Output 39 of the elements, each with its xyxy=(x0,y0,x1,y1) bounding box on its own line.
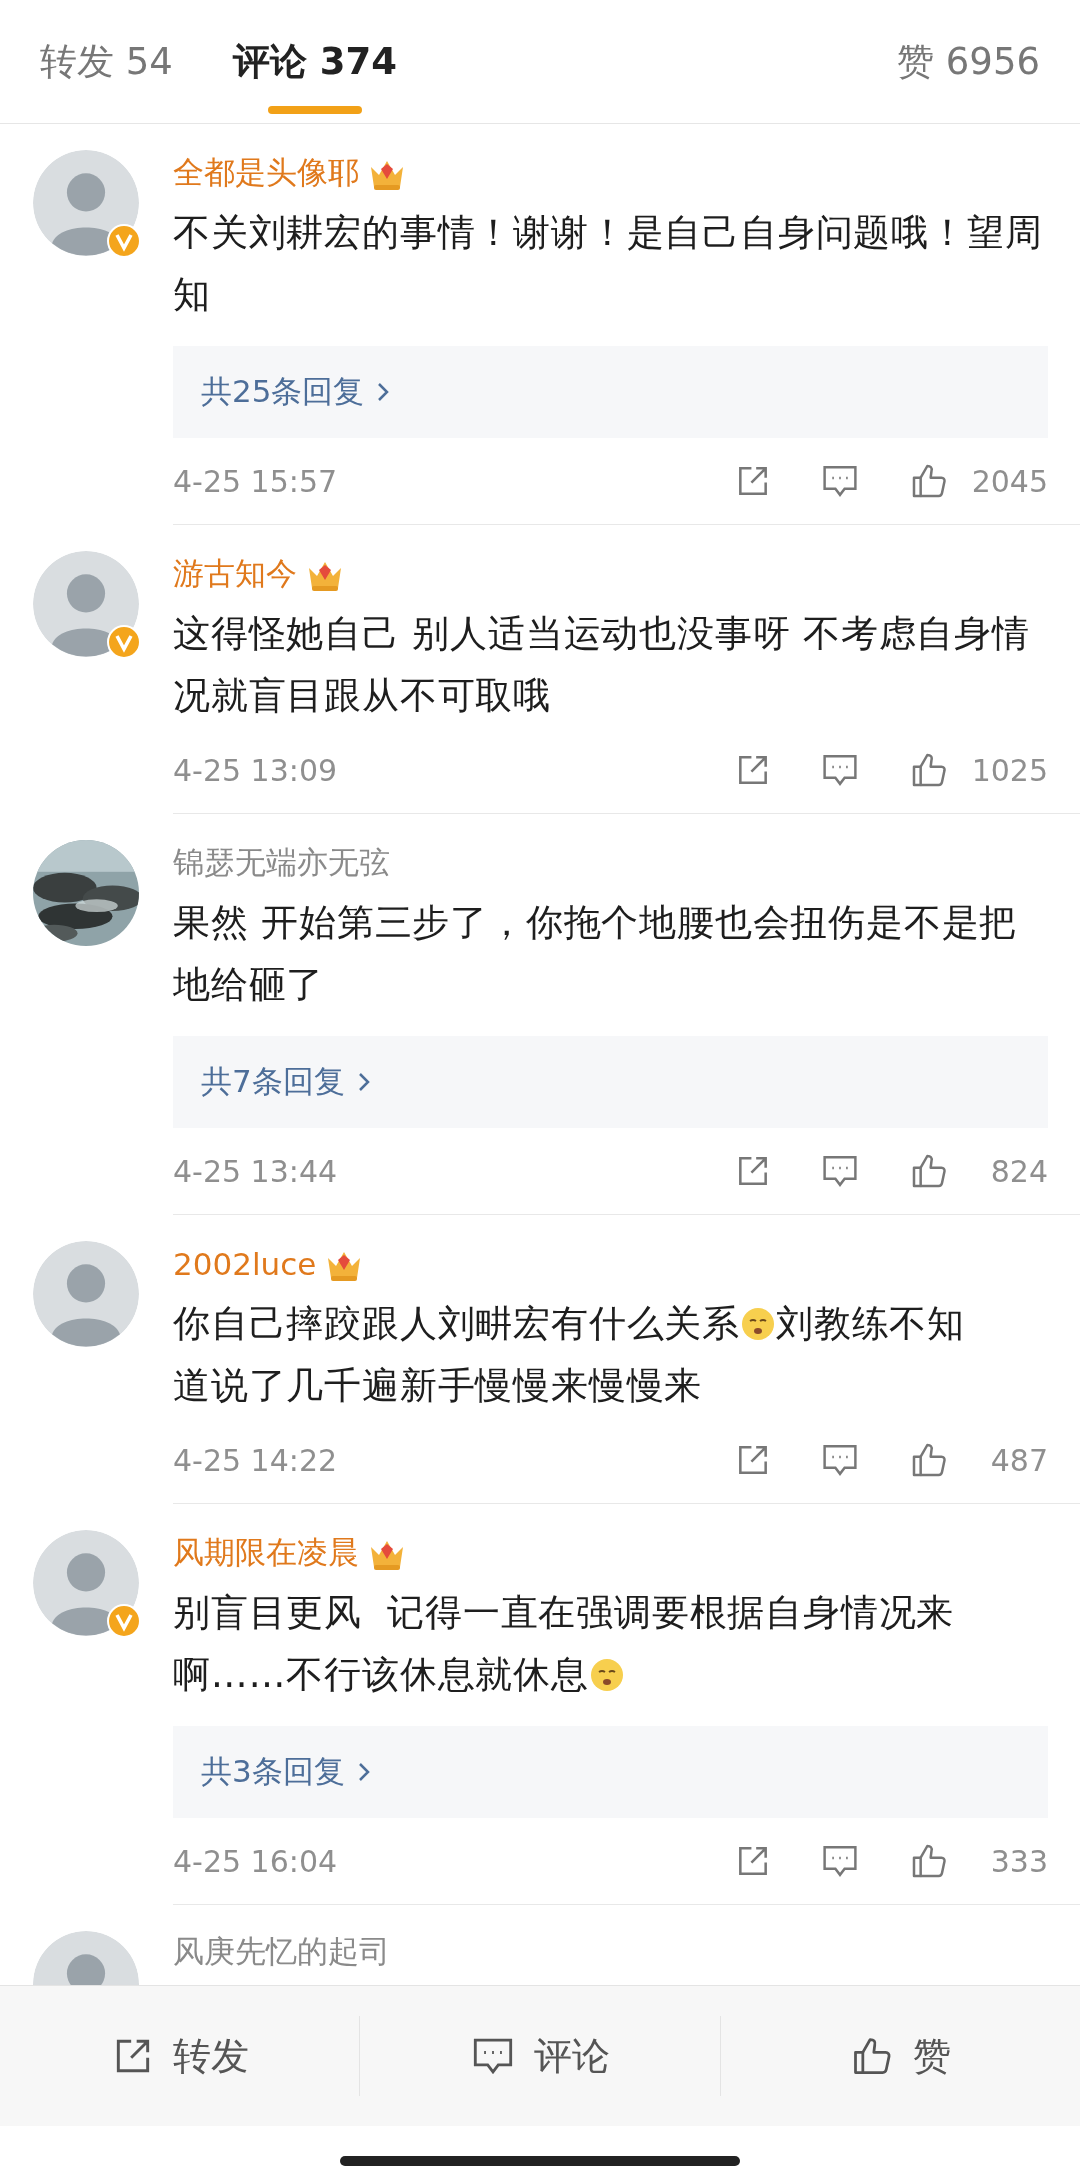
avatar[interactable] xyxy=(33,150,139,256)
avatar[interactable] xyxy=(33,1241,139,1347)
like-count: 2045 xyxy=(970,463,1048,499)
replies-link[interactable]: 共25条回复 xyxy=(173,346,1048,438)
username[interactable]: 全都是头像耶 xyxy=(173,152,359,194)
comment-time: 4-25 14:22 xyxy=(173,1442,339,1478)
username[interactable]: 风庚先忆的起司 xyxy=(173,1933,390,1969)
replies-link[interactable]: 共7条回复 xyxy=(173,1036,1048,1128)
emoji-icon xyxy=(588,1657,625,1693)
comment-text: 这得怪她自己 别人适当运动也没事呀 不考虑自身情况就盲目跟从不可取哦 xyxy=(173,612,1030,717)
comment-text: 不关刘耕宏的事情！谢谢！是自己自身问题哦！望周知 xyxy=(173,211,1043,316)
comment-text: 啊……不行该休息就休息 xyxy=(173,1653,589,1696)
like-count: 333 xyxy=(989,1843,1048,1879)
emoji-icon xyxy=(740,1306,776,1342)
comment-text: 道说了几千遍新手慢慢来慢慢来 xyxy=(173,1364,703,1407)
comment-button[interactable]: 评论 xyxy=(360,2016,721,2096)
like-count: 824 xyxy=(989,1153,1048,1189)
replies-link[interactable]: 共3条回复 xyxy=(173,1726,1048,1818)
comment-text: 你自己摔跤跟人刘畊宏有什么关系 xyxy=(173,1302,740,1345)
comment-text: 别盲目更风 记得一直在强调要根据自身情况来 xyxy=(173,1591,955,1634)
comment-time: 4-25 13:09 xyxy=(173,752,339,788)
username[interactable]: 锦瑟无端亦无弦 xyxy=(173,842,390,884)
like-count: 487 xyxy=(989,1442,1048,1478)
comment-text: 刘教练不知 xyxy=(776,1302,965,1345)
avatar[interactable] xyxy=(33,551,139,657)
comment-time: 4-25 13:44 xyxy=(173,1153,339,1189)
comment-text: 果然 开始第三步了，你拖个地腰也会扭伤是不是把地给砸了 xyxy=(173,901,1018,1006)
avatar[interactable] xyxy=(33,1530,139,1636)
like-button[interactable]: 赞 xyxy=(720,2016,1080,2096)
like-count: 1025 xyxy=(970,752,1048,788)
username[interactable]: 游古知今 xyxy=(173,553,297,595)
username[interactable]: 2002luce xyxy=(173,1246,317,1282)
tab[interactable]: 转发 54 xyxy=(40,0,173,124)
comment-time: 4-25 15:57 xyxy=(173,463,339,499)
username[interactable]: 风期限在凌晨 xyxy=(173,1532,359,1574)
comment-time: 4-25 16:04 xyxy=(173,1843,339,1879)
tab[interactable]: 赞 6956 xyxy=(897,0,1040,124)
tab[interactable]: 评论 374 xyxy=(232,0,397,124)
repost-button[interactable]: 转发 xyxy=(0,2016,361,2096)
